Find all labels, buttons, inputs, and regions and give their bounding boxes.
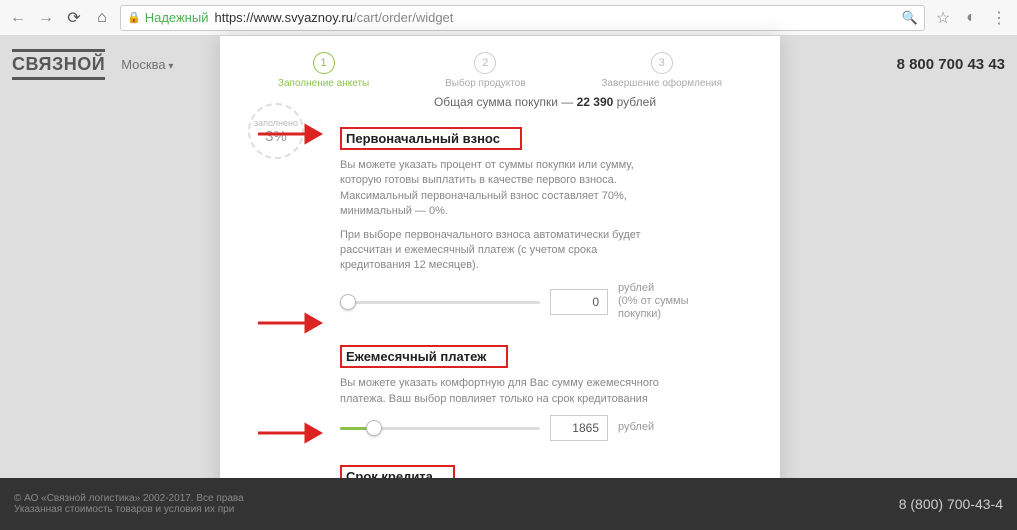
- home-button[interactable]: ⌂: [92, 8, 112, 28]
- footer-phone: 8 (800) 700-43-4: [899, 496, 1003, 512]
- annotation-arrow-3: [256, 421, 334, 445]
- url-host: https://www.svyaznoy.ru: [214, 10, 352, 25]
- forward-button: →: [36, 8, 56, 28]
- back-button[interactable]: ←: [8, 8, 28, 28]
- menu-icon[interactable]: ⋮: [989, 8, 1009, 28]
- section-title-monthly: Ежемесячный платеж: [340, 345, 508, 368]
- monthly-input[interactable]: [550, 415, 608, 441]
- step-label: Выбор продуктов: [445, 78, 525, 89]
- star-icon[interactable]: ☆: [933, 8, 953, 28]
- step-label: Заполнение анкеты: [278, 78, 369, 89]
- footer-copyright: © АО «Связной логистика» 2002-2017. Все …: [14, 493, 244, 504]
- step-label: Завершение оформления: [601, 78, 722, 89]
- address-bar[interactable]: 🔒 Надежный https://www.svyaznoy.ru/cart/…: [120, 5, 925, 31]
- extension-icon[interactable]: ◐: [961, 9, 981, 27]
- downpayment-slider[interactable]: [340, 294, 540, 310]
- monthly-slider[interactable]: [340, 420, 540, 436]
- footer-line2: Указанная стоимость товаров и условия их…: [14, 504, 244, 515]
- section-monthly: Ежемесячный платеж Вы можете указать ком…: [340, 345, 750, 441]
- downpayment-desc1: Вы можете указать процент от суммы покуп…: [340, 158, 670, 220]
- order-widget-modal: 1 Заполнение анкеты 2 Выбор продуктов 3 …: [220, 36, 780, 530]
- downpayment-input[interactable]: [550, 289, 608, 315]
- browser-chrome: ← → ⟳ ⌂ 🔒 Надежный https://www.svyaznoy.…: [0, 0, 1017, 36]
- monthly-desc: Вы можете указать комфортную для Вас сум…: [340, 376, 670, 407]
- url-path: /cart/order/widget: [353, 10, 453, 25]
- section-title-downpayment: Первоначальный взнос: [340, 127, 522, 150]
- section-downpayment: Первоначальный взнос Вы можете указать п…: [340, 127, 750, 321]
- secure-badge: 🔒 Надежный: [127, 10, 208, 25]
- steps-nav: 1 Заполнение анкеты 2 Выбор продуктов 3 …: [220, 48, 780, 95]
- monthly-unit: рублей: [618, 421, 654, 434]
- step-1[interactable]: 1 Заполнение анкеты: [278, 52, 369, 89]
- downpayment-unit: рублей (0% от суммы покупки): [618, 282, 708, 322]
- site-footer: © АО «Связной логистика» 2002-2017. Все …: [0, 478, 1017, 530]
- annotation-arrow-1: [256, 122, 334, 146]
- secure-label: Надежный: [145, 10, 209, 25]
- downpayment-desc2: При выборе первоначального взноса автома…: [340, 228, 670, 274]
- lock-icon: 🔒: [127, 11, 141, 24]
- reload-button[interactable]: ⟳: [64, 8, 84, 28]
- search-icon[interactable]: 🔍: [902, 10, 918, 26]
- step-3[interactable]: 3 Завершение оформления: [601, 52, 722, 89]
- total-line: Общая сумма покупки — 22 390 рублей: [340, 95, 750, 109]
- annotation-arrow-2: [256, 311, 334, 335]
- step-2[interactable]: 2 Выбор продуктов: [445, 52, 525, 89]
